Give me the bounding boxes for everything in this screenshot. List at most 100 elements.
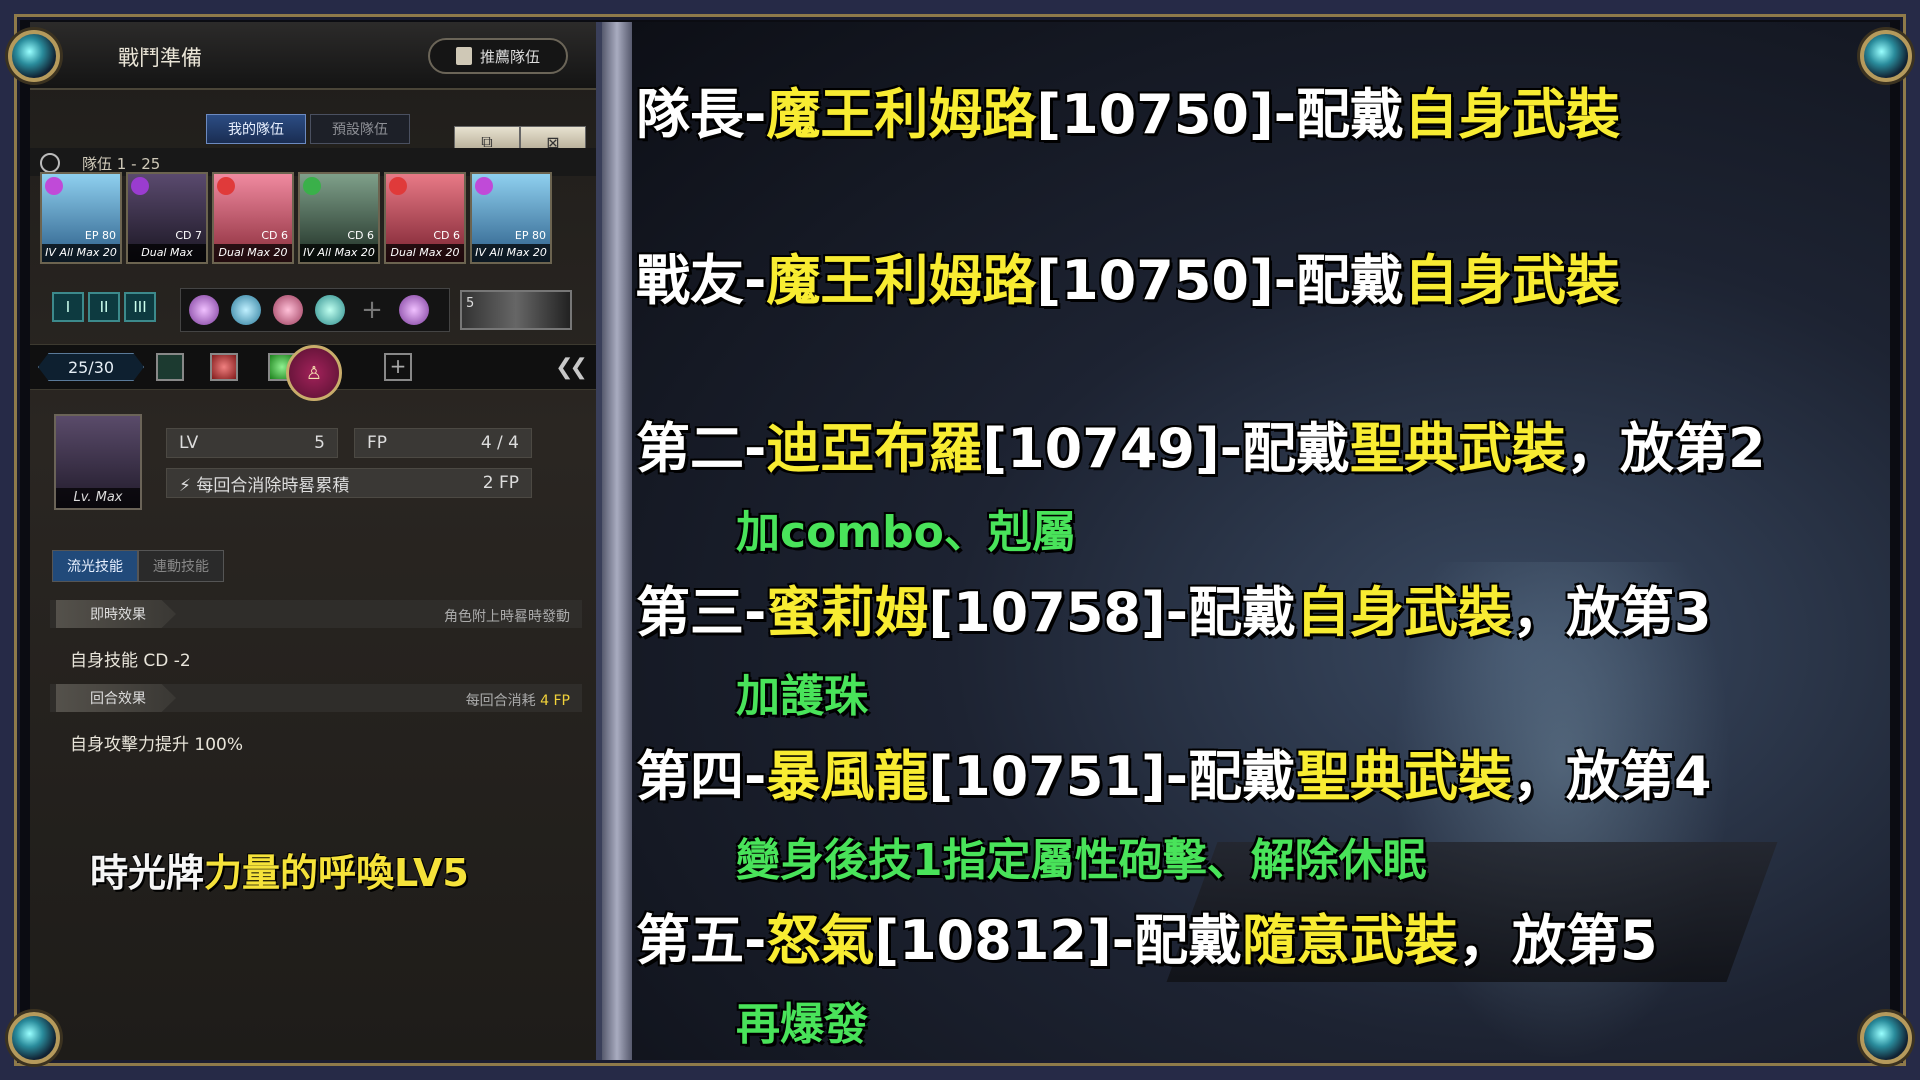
extra-card-thumbnail[interactable]: 5 xyxy=(460,290,572,330)
fp-label: FP xyxy=(367,433,388,453)
time-card-caption: 時光牌力量的呼喚LV5 xyxy=(90,851,469,895)
instant-effect-tag: 即時效果 xyxy=(56,600,176,628)
battle-prep-panel: 戰鬥準備 推薦隊伍 我的隊伍 預設隊伍 ⧉ ⊠ 隊伍 1 - 25 EP 80 … xyxy=(30,22,602,1062)
card-info: CD 6 xyxy=(433,229,460,242)
turn-effect-text: 自身攻擊力提升 100% xyxy=(70,735,244,755)
swap-icon[interactable] xyxy=(40,153,60,173)
turn-effect-header: 回合效果 每回合消耗 4 FP xyxy=(50,684,582,712)
level-label: LV xyxy=(179,433,199,453)
card-info: CD 6 xyxy=(261,229,288,242)
corner-ornament xyxy=(0,0,110,110)
recommend-team-button[interactable]: 推薦隊伍 xyxy=(428,38,568,74)
passive-label: ⚡ 每回合消除時晷累積 xyxy=(179,475,350,496)
turn-effect-cost: 每回合消耗 4 FP xyxy=(465,693,570,709)
rune-orb-icon[interactable] xyxy=(273,295,303,325)
level-value: 5 xyxy=(314,433,325,453)
extra-card-number: 5 xyxy=(466,296,475,311)
shield-icon[interactable] xyxy=(156,353,184,381)
corner-ornament xyxy=(1810,0,1920,110)
rune-slots: + xyxy=(180,288,450,332)
card-tag: IV All Max 20 xyxy=(300,244,378,262)
passive-stat: ⚡ 每回合消除時晷累積 2 FP xyxy=(166,468,532,498)
formation-1-button[interactable]: I xyxy=(52,292,84,322)
attribute-icon xyxy=(131,177,149,195)
instant-effect-text: 自身技能 CD -2 xyxy=(70,651,191,671)
rune-orb-icon[interactable] xyxy=(231,295,261,325)
third-line: 第三-蜜莉姆[10758]-配戴自身武裝，放第3 xyxy=(636,581,1712,644)
attribute-icon xyxy=(217,177,235,195)
third-note: 加護珠 xyxy=(736,671,868,722)
rune-orb-icon[interactable] xyxy=(399,295,429,325)
rune-orb-icon[interactable] xyxy=(189,295,219,325)
recommend-team-label: 推薦隊伍 xyxy=(479,47,540,66)
rune-orb-icon[interactable] xyxy=(315,295,345,325)
corner-ornament xyxy=(1810,970,1920,1080)
time-card-portrait: Lv. Max xyxy=(54,414,142,510)
instant-effect-header: 即時效果 角色附上時晷時發動 xyxy=(50,600,582,628)
card-tag: IV All Max 20 xyxy=(42,244,120,262)
ally-line: 戰友-魔王利姆路[10750]-配戴自身武裝 xyxy=(636,249,1621,312)
attribute-icon xyxy=(45,177,63,195)
card-info: CD 6 xyxy=(347,229,374,242)
attribute-icon xyxy=(303,177,321,195)
fifth-note: 再爆發 xyxy=(736,999,868,1050)
team-toolbar: 25/30 ♙ + ❮❮ xyxy=(30,344,596,401)
instant-effect-trigger: 角色附上時晷時發動 xyxy=(444,609,570,625)
fourth-note: 變身後技1指定屬性砲擊、解除休眠 xyxy=(736,835,1427,886)
fourth-line: 第四-暴風龍[10751]-配戴聖典武裝，放第4 xyxy=(636,745,1712,808)
turn-effect-tag: 回合效果 xyxy=(56,684,176,712)
card-tag: Dual Max 20 xyxy=(214,244,292,262)
fp-value: 4 / 4 xyxy=(480,433,519,453)
gem-icon xyxy=(8,30,60,82)
add-rune-icon[interactable]: + xyxy=(357,295,387,325)
second-note: 加combo、剋屬 xyxy=(736,507,1076,558)
gem-icon xyxy=(1860,1012,1912,1064)
card-member-4[interactable]: CD 6 IV All Max 20 xyxy=(298,172,380,264)
document-icon xyxy=(455,47,472,65)
card-member-3[interactable]: CD 6 Dual Max 20 xyxy=(212,172,294,264)
formation-buttons: I II III xyxy=(52,292,156,322)
skill-tabs: 流光技能 連動技能 xyxy=(52,550,224,582)
collapse-chevron-icon[interactable]: ❮❮ xyxy=(555,355,588,380)
tab-link-skill[interactable]: 連動技能 xyxy=(138,550,224,582)
panel-header: 戰鬥準備 推薦隊伍 xyxy=(30,22,596,90)
card-info: EP 80 xyxy=(84,229,116,242)
level-stat: LV 5 xyxy=(166,428,338,458)
fp-stat: FP 4 / 4 xyxy=(354,428,532,458)
card-info: CD 7 xyxy=(175,229,202,242)
card-member-2[interactable]: CD 7 Dual Max xyxy=(126,172,208,264)
add-icon[interactable]: + xyxy=(384,353,412,381)
card-tag: Dual Max 20 xyxy=(386,244,464,262)
attribute-icon xyxy=(389,177,407,195)
team-tabs: 我的隊伍 預設隊伍 xyxy=(206,114,410,144)
team-counter[interactable]: 25/30 xyxy=(38,353,144,381)
tab-preset-team[interactable]: 預設隊伍 xyxy=(310,114,410,144)
second-line: 第二-迪亞布羅[10749]-配戴聖典武裝，放第2 xyxy=(636,417,1766,480)
red-orb-icon[interactable] xyxy=(210,353,238,381)
attribute-icon xyxy=(475,177,493,195)
leader-line: 隊長-魔王利姆路[10750]-配戴自身武裝 xyxy=(636,83,1621,146)
team-cards: EP 80 IV All Max 20 CD 7 Dual Max CD 6 D… xyxy=(40,172,552,264)
portrait-level: Lv. Max xyxy=(56,488,140,508)
team-label: 隊伍 1 - 25 xyxy=(82,155,161,173)
card-tag: Dual Max xyxy=(128,244,206,262)
time-card-button[interactable]: ♙ xyxy=(286,345,342,401)
fifth-line: 第五-怒氣[10812]-配戴隨意武裝，放第5 xyxy=(636,909,1658,972)
tab-light-skill[interactable]: 流光技能 xyxy=(52,550,138,582)
card-info: EP 80 xyxy=(514,229,546,242)
card-ally[interactable]: EP 80 IV All Max 20 xyxy=(470,172,552,264)
tab-my-team[interactable]: 我的隊伍 xyxy=(206,114,306,144)
panel-divider xyxy=(602,22,632,1062)
page-title: 戰鬥準備 xyxy=(118,46,202,70)
formation-2-button[interactable]: II xyxy=(88,292,120,322)
time-card-info: Lv. Max LV 5 FP 4 / 4 ⚡ 每回合消除時晷累積 2 FP xyxy=(40,402,590,550)
gem-icon xyxy=(1860,30,1912,82)
strategy-content: 隊長-魔王利姆路[10750]-配戴自身武裝 戰友-魔王利姆路[10750]-配… xyxy=(632,22,1890,1062)
passive-cost: 2 FP xyxy=(482,473,519,493)
formation-3-button[interactable]: III xyxy=(124,292,156,322)
card-tag: IV All Max 20 xyxy=(472,244,550,262)
corner-ornament xyxy=(0,970,110,1080)
card-leader[interactable]: EP 80 IV All Max 20 xyxy=(40,172,122,264)
card-member-5[interactable]: CD 6 Dual Max 20 xyxy=(384,172,466,264)
gem-icon xyxy=(8,1012,60,1064)
